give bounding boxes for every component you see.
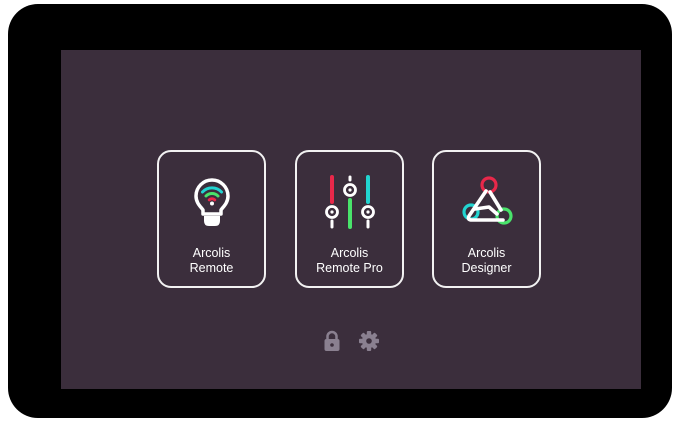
gear-icon[interactable] xyxy=(358,330,380,352)
app-tile-arcolis-remote-pro[interactable]: Arcolis Remote Pro xyxy=(295,150,404,288)
footer-icons xyxy=(323,330,381,352)
wifi-bulb-icon xyxy=(193,178,230,226)
tablet-bezel: Arcolis Remote Arcolis Remote Pro Arcoli… xyxy=(8,4,672,418)
triangle-nodes-icon xyxy=(461,176,513,225)
lock-icon[interactable] xyxy=(323,330,341,352)
sliders-icon xyxy=(324,175,375,229)
home-screen: Arcolis Remote Arcolis Remote Pro Arcoli… xyxy=(61,50,641,389)
app-label: Arcolis Designer xyxy=(461,246,512,275)
app-label: Arcolis Remote xyxy=(189,246,234,275)
app-label: Arcolis Remote Pro xyxy=(316,246,383,275)
app-tile-arcolis-remote[interactable]: Arcolis Remote xyxy=(157,150,266,288)
app-tile-arcolis-designer[interactable]: Arcolis Designer xyxy=(432,150,541,288)
